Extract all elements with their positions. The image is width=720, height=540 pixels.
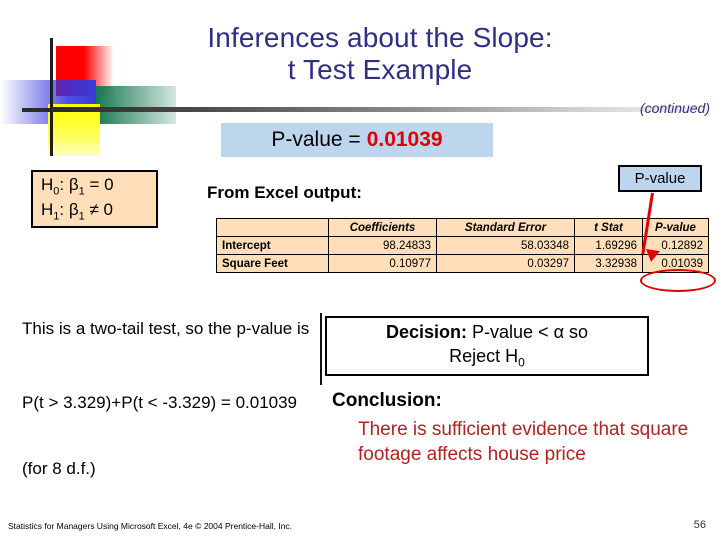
square-feet-t-stat: 3.32938 <box>574 254 643 273</box>
excel-output-label: From Excel output: <box>207 183 362 202</box>
intercept-standard-error: 58.03348 <box>436 236 575 255</box>
square-feet-coefficient: 0.10977 <box>328 254 437 273</box>
title-line-2: t Test Example <box>287 53 473 85</box>
col-header-coefficients: Coefficients <box>328 218 437 237</box>
square-feet-standard-error: 0.03297 <box>436 254 575 273</box>
excel-output-table: Coefficients Standard Error t Stat P-val… <box>216 218 709 273</box>
highlight-ellipse-icon <box>640 269 716 292</box>
callout-arrow-head-icon <box>644 248 660 264</box>
alt-hypothesis: H1: β1 ≠ 0 <box>41 199 156 224</box>
hypotheses-box: H0: β1 = 0 H1: β1 ≠ 0 <box>31 170 158 228</box>
logo-green-square <box>96 86 176 124</box>
pvalue-banner-value: 0.01039 <box>366 128 443 151</box>
degrees-freedom-note: (for 8 d.f.) <box>22 459 96 478</box>
alt-h-letter: H <box>41 200 54 219</box>
row-label-intercept: Intercept <box>216 236 329 255</box>
table-row: Square Feet 0.10977 0.03297 3.32938 0.01… <box>216 254 709 273</box>
intercept-coefficient: 98.24833 <box>328 236 437 255</box>
page-title: Inferences about the Slope: t Test Examp… <box>110 22 650 86</box>
title-line-1: Inferences about the Slope: <box>207 22 553 53</box>
decision-reject-text: Reject H <box>449 345 519 366</box>
alt-h-beta: : β <box>59 200 79 219</box>
table-header-row: Coefficients Standard Error t Stat P-val… <box>216 218 709 237</box>
continued-label: (continued) <box>639 100 710 116</box>
page-number: 56 <box>693 519 706 531</box>
footer-credit: Statistics for Managers Using Microsoft … <box>8 521 293 531</box>
table-row: Intercept 98.24833 58.03348 1.69296 0.12… <box>216 236 709 255</box>
pvalue-callout: P-value <box>618 165 702 192</box>
two-tail-note: This is a two-tail test, so the p-value … <box>22 319 310 338</box>
col-header-blank <box>216 218 329 237</box>
bottom-column-divider <box>320 313 322 385</box>
logo-vertical-line <box>50 38 53 156</box>
conclusion-heading: Conclusion: <box>332 390 442 411</box>
pvalue-banner: P-value = 0.01039 <box>221 123 493 157</box>
template-logo-icon <box>0 28 176 156</box>
decision-text: P-value < α so <box>467 322 588 343</box>
null-h-tail: = 0 <box>84 175 114 195</box>
decision-box: Decision: P-value < α so Reject H0 <box>325 316 649 376</box>
decision-reject-sub: 0 <box>518 355 525 370</box>
decision-line-1: Decision: P-value < α so <box>386 321 588 344</box>
col-header-standard-error: Standard Error <box>436 218 575 237</box>
slide-canvas: Inferences about the Slope: t Test Examp… <box>0 0 720 540</box>
conclusion-body: There is sufficient evidence that square… <box>358 419 689 466</box>
null-hypothesis: H0: β1 = 0 <box>41 174 156 199</box>
col-header-t-stat: t Stat <box>574 218 643 237</box>
alt-h-tail: ≠ 0 <box>84 200 113 219</box>
probability-note: P(t > 3.329)+P(t < -3.329) = 0.01039 <box>22 393 298 412</box>
decision-label: Decision: <box>386 322 468 343</box>
title-divider-rule <box>52 107 707 112</box>
decision-line-2: Reject H0 <box>449 345 525 371</box>
row-label-square-feet: Square Feet <box>216 254 329 273</box>
null-h-letter: H <box>41 175 54 195</box>
null-h-beta: : β <box>59 175 79 195</box>
pvalue-banner-label: P-value = <box>271 128 361 151</box>
intercept-t-stat: 1.69296 <box>574 236 643 255</box>
col-header-p-value: P-value <box>642 218 709 237</box>
